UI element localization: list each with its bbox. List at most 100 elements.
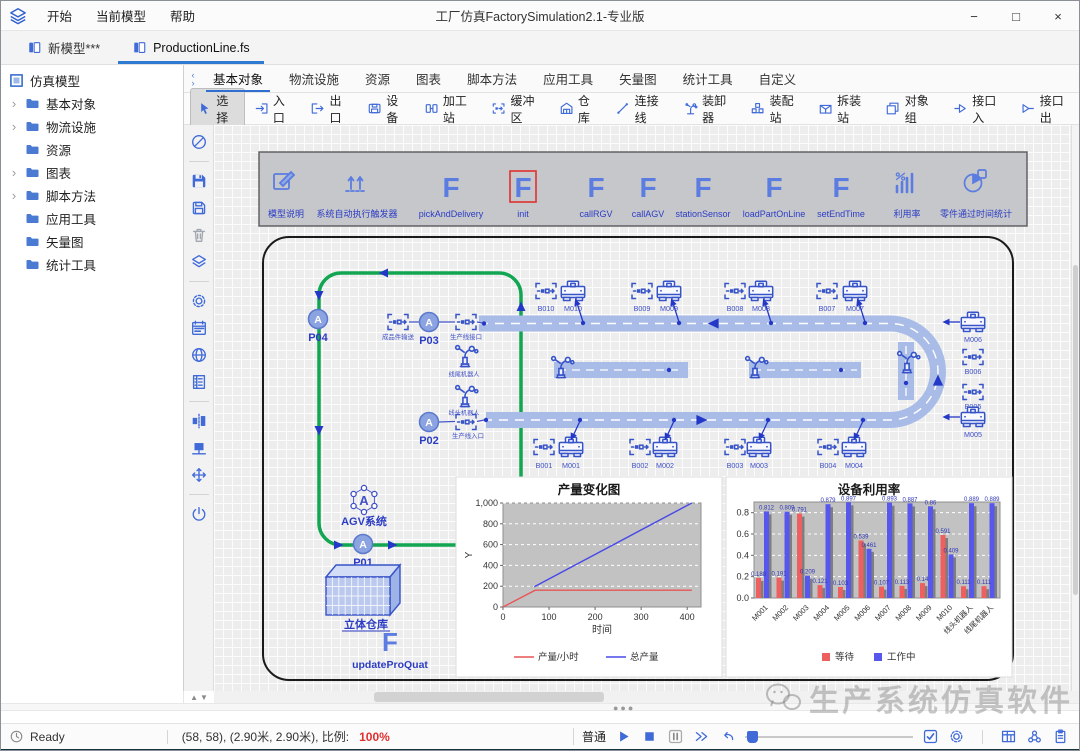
ribbon-tab-2[interactable]: 资源 (352, 65, 403, 92)
line-tail-robot[interactable] (456, 346, 478, 367)
play-button[interactable] (615, 728, 632, 745)
globe-button[interactable] (190, 346, 208, 364)
agv-node-P03[interactable]: AP03 (419, 313, 439, 348)
ribbon-tab-6[interactable]: 矢量图 (606, 65, 670, 92)
tool-cursor[interactable]: 选择 (190, 88, 245, 130)
delete-button[interactable] (190, 226, 208, 244)
save-button[interactable] (190, 172, 208, 190)
menu-item-2[interactable]: 帮助 (160, 2, 205, 29)
agv-node-P02[interactable]: AP02 (419, 413, 439, 448)
power-button[interactable] (190, 505, 208, 523)
vertical-scrollbar-thumb[interactable] (1073, 265, 1078, 595)
speed-slider[interactable] (745, 730, 913, 744)
tree-item-3[interactable]: ›图表 (1, 161, 183, 184)
tool-device[interactable]: 设备 (360, 88, 415, 130)
machine-M007[interactable] (843, 281, 866, 300)
ribbon-tab-1[interactable]: 物流设施 (276, 65, 352, 92)
pause-button[interactable] (667, 728, 684, 745)
agv-system[interactable]: AAGV系统 (341, 485, 387, 528)
auto-checkbox[interactable] (922, 728, 939, 745)
line-head-robot[interactable] (456, 386, 478, 407)
sim-mode-label[interactable]: 普通 (573, 728, 606, 745)
align-bottom-button[interactable] (190, 439, 208, 457)
calendar-button[interactable] (190, 319, 208, 337)
buffer-B003[interactable] (725, 440, 745, 455)
tool-iface-in[interactable]: 接口入 (946, 88, 1012, 130)
stop-button[interactable] (641, 728, 658, 745)
agv-node-P01[interactable]: AP01 (353, 535, 373, 570)
tool-assembly[interactable]: 装配站 (743, 88, 809, 130)
minimize-button[interactable]: − (953, 1, 995, 31)
ribbon-tab-7[interactable]: 统计工具 (670, 65, 746, 92)
menu-item-1[interactable]: 当前模型 (86, 2, 156, 29)
machine-M010[interactable] (561, 281, 584, 300)
buffer-B009[interactable] (632, 284, 652, 299)
horizontal-scrollbar[interactable] (214, 691, 1079, 703)
machine-M003[interactable] (747, 437, 770, 456)
tree-expand-icon[interactable]: › (9, 119, 19, 134)
tool-buffer[interactable]: 缓冲区 (484, 88, 550, 130)
tool-loader[interactable]: 装卸器 (676, 88, 742, 130)
document-tab-0[interactable]: 新模型*** (11, 31, 116, 64)
tree-item-1[interactable]: ›物流设施 (1, 115, 183, 138)
marker-interface[interactable] (456, 315, 476, 330)
document-tab-1[interactable]: ProductionLine.fs (116, 31, 266, 64)
buffer-B005[interactable] (963, 385, 983, 400)
ribbon-tab-4[interactable]: 脚本方法 (454, 65, 530, 92)
settings-button[interactable] (948, 728, 965, 745)
ribbon-tab-5[interactable]: 应用工具 (530, 65, 606, 92)
machine-M001[interactable] (559, 437, 582, 456)
station-B006[interactable]: B006 (963, 350, 983, 377)
tool-group[interactable]: 对象组 (878, 88, 944, 130)
machine-M006[interactable] (961, 312, 984, 331)
clipboard-button[interactable] (1052, 728, 1069, 745)
script-updateProQuat[interactable]: FupdateProQuat (352, 627, 428, 671)
buffer-B010[interactable] (536, 284, 556, 299)
buffer-B002[interactable] (630, 440, 650, 455)
tool-warehouse[interactable]: 仓库 (552, 88, 607, 130)
maximize-button[interactable]: □ (995, 1, 1037, 31)
horizontal-scrollbar-thumb[interactable] (374, 692, 604, 702)
station-M006[interactable]: M006 (942, 312, 984, 344)
undo-button[interactable] (719, 728, 736, 745)
save-as-button[interactable] (190, 199, 208, 217)
pane-collapse-buttons[interactable]: ▲▼ (184, 691, 214, 703)
vertical-scrollbar[interactable] (1071, 125, 1079, 691)
tool-station[interactable]: 加工站 (417, 88, 483, 130)
move-button[interactable] (190, 466, 208, 484)
network-button[interactable] (1026, 728, 1043, 745)
flip-horizontal-button[interactable] (190, 412, 208, 430)
warehouse[interactable]: 立体仓库 (326, 565, 400, 631)
tree-item-7[interactable]: 统计工具 (1, 253, 183, 276)
conveyor-segments[interactable] (552, 342, 920, 400)
forbidden-button[interactable] (190, 133, 208, 151)
machine-M004[interactable] (842, 437, 865, 456)
tool-exit[interactable]: 出口 (303, 88, 358, 130)
tree-expand-icon[interactable]: › (9, 188, 19, 203)
tree-root[interactable]: 仿真模型 (1, 69, 183, 92)
fast-forward-button[interactable] (693, 728, 710, 745)
settings-button[interactable] (190, 292, 208, 310)
marker-finished[interactable] (388, 315, 408, 330)
splitter-handle-icon[interactable]: ●●● (613, 706, 635, 710)
buffer-B007[interactable] (817, 284, 837, 299)
station-M005[interactable]: M005 (942, 407, 984, 439)
ribbon-tab-8[interactable]: 自定义 (746, 65, 810, 92)
model-canvas[interactable]: 模型说明系统自动执行触发器FpickAndDeliveryFinitFcallR… (214, 125, 1071, 691)
list-button[interactable] (190, 373, 208, 391)
tool-entry[interactable]: 入口 (247, 88, 302, 130)
tool-iface-out[interactable]: 接口出 (1013, 88, 1079, 130)
tree-item-6[interactable]: 矢量图 (1, 230, 183, 253)
conveyor-loop[interactable] (479, 318, 943, 425)
buffer-B004[interactable] (818, 440, 838, 455)
machine-M008[interactable] (749, 281, 772, 300)
buffer-B006[interactable] (963, 350, 983, 365)
tool-disassembly[interactable]: 拆装站 (811, 88, 877, 130)
buffer-B001[interactable] (534, 440, 554, 455)
agv-node-P04[interactable]: AP04 (308, 310, 328, 345)
tree-expand-icon[interactable]: › (9, 96, 19, 111)
ribbon-tab-3[interactable]: 图表 (403, 65, 454, 92)
bottom-splitter[interactable]: ●●● (1, 703, 1079, 711)
machine-M009[interactable] (657, 281, 680, 300)
tree-item-4[interactable]: ›脚本方法 (1, 184, 183, 207)
